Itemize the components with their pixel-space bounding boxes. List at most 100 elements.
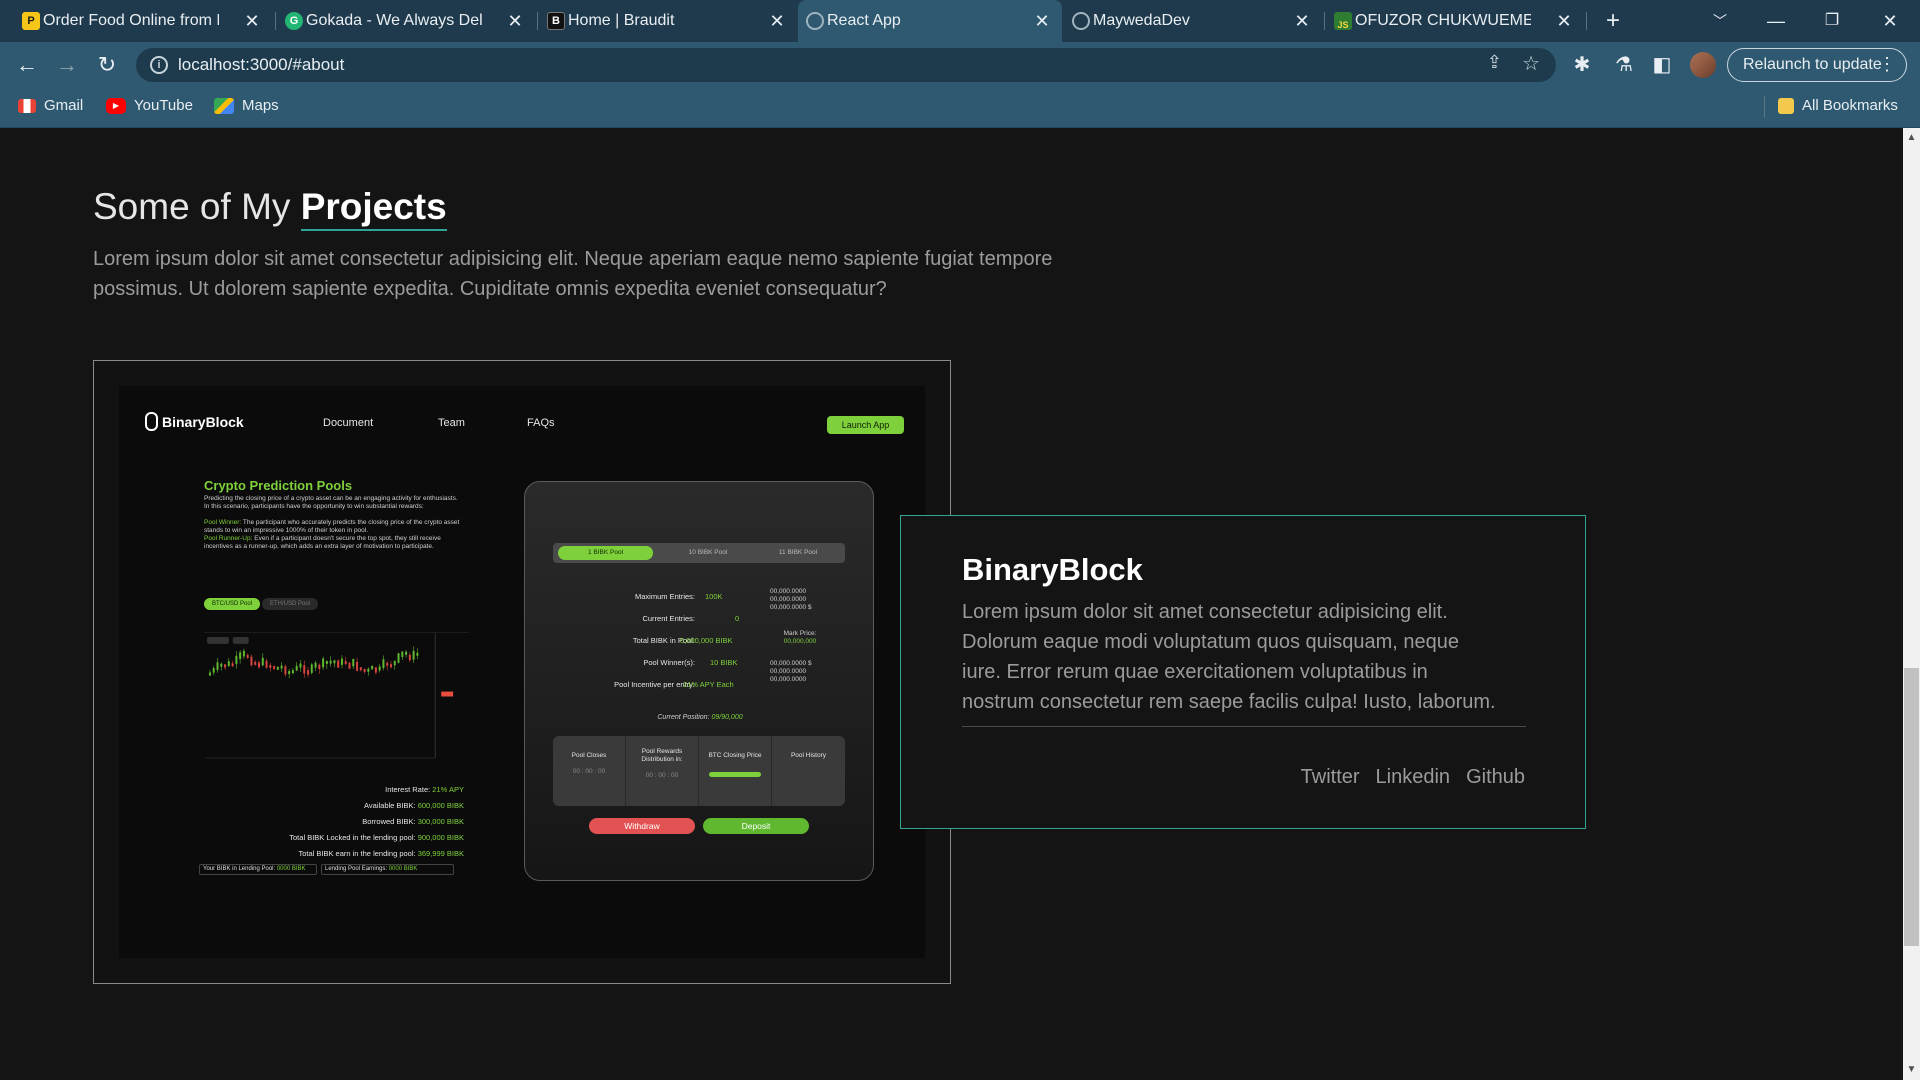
forward-icon[interactable]: → <box>52 50 82 80</box>
share-icon[interactable]: ⇪ <box>1487 52 1502 73</box>
project-screenshot: BinaryBlock Document Team FAQs Launch Ap… <box>119 386 925 958</box>
preview-runner-label: Pool Runner-Up: <box>204 535 253 542</box>
github-link[interactable]: Github <box>1466 766 1525 789</box>
stat-label: Borrowed BIBK: <box>362 817 416 826</box>
card-divider <box>962 726 1526 727</box>
tab-divider <box>1324 12 1325 30</box>
all-bookmarks[interactable]: All Bookmarks <box>1778 97 1898 114</box>
tab-gokada[interactable]: G Gokada - We Always Deliv ✕ <box>277 0 535 42</box>
bookmark-maps[interactable]: Maps <box>214 97 279 114</box>
candle <box>359 667 362 671</box>
candle <box>405 651 408 655</box>
pool-right-values-b: 00,000.0000 $ 00,000.0000 00,000.0000 <box>770 660 812 683</box>
preview-stat: Total BIBK earn in the lending pool: 369… <box>229 849 464 858</box>
preview-pool-tab: 1 BIBK Pool <box>558 546 653 560</box>
tab-strip: P Order Food Online from R ✕ G Gokada - … <box>0 0 1920 42</box>
candle <box>378 666 381 671</box>
mark-label: Mark Price: <box>783 630 817 637</box>
candle <box>276 666 279 670</box>
current-value: 09/90,000 <box>711 714 743 721</box>
close-icon[interactable]: ✕ <box>1556 11 1572 32</box>
candle <box>307 670 310 675</box>
foot-value: 0000 BIBK <box>388 866 418 872</box>
minimize-icon[interactable]: — <box>1756 6 1796 36</box>
preview-stat: Total BIBK Locked in the lending pool: 9… <box>229 833 464 842</box>
close-icon[interactable]: ✕ <box>1034 11 1050 32</box>
address-bar[interactable]: i localhost:3000/#about ⇪ ☆ <box>136 48 1556 82</box>
preview-nav-team: Team <box>438 417 465 429</box>
close-icon[interactable]: ✕ <box>1294 11 1310 32</box>
maps-icon <box>214 97 234 114</box>
scroll-down-icon[interactable]: ▼ <box>1905 1064 1918 1077</box>
pool-col-title: Pool Closes <box>571 752 607 759</box>
scrollbar-thumb[interactable] <box>1904 668 1919 946</box>
globe-icon <box>1072 12 1090 30</box>
labs-flask-icon[interactable]: ⚗ <box>1610 51 1638 79</box>
pool-row-value: 100K <box>705 592 723 601</box>
pool-join-button <box>709 772 761 777</box>
project-links: Twitter Linkedin Github <box>1301 766 1525 789</box>
preview-candlestick-chart <box>204 632 469 759</box>
relaunch-button[interactable]: Relaunch to update ⋮ <box>1727 48 1907 82</box>
restore-icon[interactable]: ❐ <box>1812 6 1852 36</box>
close-icon[interactable]: ✕ <box>769 11 785 32</box>
close-icon[interactable]: ✕ <box>244 11 260 32</box>
tab-ofuzor[interactable]: JS OFUZOR CHUKWUEMEKE ✕ <box>1326 0 1584 42</box>
twitter-link[interactable]: Twitter <box>1301 766 1360 789</box>
tab-braudit[interactable]: B Home | Braudit ✕ <box>539 0 797 42</box>
pool-row-label: Pool Incentive per entry: <box>614 680 695 689</box>
candle <box>329 660 332 664</box>
candle <box>250 656 253 666</box>
preview-lending-balance: Your BIBK in Lending Pool: 0000 BIBK <box>199 864 317 875</box>
candle <box>239 652 242 660</box>
candle <box>401 651 404 657</box>
preview-intro: Predicting the closing price of a crypto… <box>204 495 458 510</box>
pool-row-label: Total BIBK in Pool: <box>632 636 695 645</box>
section-intro: Lorem ipsum dolor sit amet consectetur a… <box>93 248 1053 300</box>
bookmark-youtube[interactable]: ▶ YouTube <box>106 97 193 114</box>
candle <box>269 664 272 668</box>
back-icon[interactable]: ← <box>12 50 42 80</box>
side-panel-icon[interactable]: ◧ <box>1648 51 1676 79</box>
scroll-up-icon[interactable]: ▲ <box>1905 132 1918 145</box>
pool-timer: 00 : 00 : 00 <box>572 768 606 775</box>
tab-react-app[interactable]: React App ✕ <box>798 0 1062 42</box>
preview-stat: Borrowed BIBK: 300,000 BIBK <box>229 817 464 826</box>
project-screenshot-frame: BinaryBlock Document Team FAQs Launch Ap… <box>93 360 951 984</box>
stat-label: Total BIBK earn in the lending pool: <box>298 849 416 858</box>
new-tab-button[interactable]: + <box>1598 6 1628 36</box>
candle <box>348 662 351 669</box>
reload-icon[interactable]: ↻ <box>92 50 122 80</box>
foot-value: 0000 BIBK <box>276 866 306 872</box>
candle <box>220 663 223 667</box>
tab-maywedadev[interactable]: MaywedaDev ✕ <box>1064 0 1322 42</box>
candle <box>295 665 298 671</box>
more-menu-icon[interactable]: ⋮ <box>1878 49 1896 80</box>
candle <box>288 670 291 674</box>
profile-avatar[interactable] <box>1690 52 1716 78</box>
candle <box>374 667 377 673</box>
candle <box>208 672 211 676</box>
pool-row-value: 10 BIBK <box>710 658 738 667</box>
window-close-icon[interactable]: ✕ <box>1870 6 1910 36</box>
bookmark-gmail[interactable]: Gmail <box>18 97 83 114</box>
preview-withdraw-button: Withdraw <box>589 818 695 834</box>
linkedin-link[interactable]: Linkedin <box>1376 766 1451 789</box>
project-title: BinaryBlock <box>962 552 1143 587</box>
candle <box>371 665 374 670</box>
extensions-icon[interactable]: ✱ <box>1568 51 1596 79</box>
close-icon[interactable]: ✕ <box>507 11 523 32</box>
preview-launch-button: Launch App <box>827 416 904 434</box>
pool-col: Pool Closes 00 : 00 : 00 <box>553 736 626 806</box>
bookmark-label: YouTube <box>134 97 193 114</box>
stat-label: Interest Rate: <box>385 785 431 794</box>
tab-order-food[interactable]: P Order Food Online from R ✕ <box>14 0 272 42</box>
site-info-icon[interactable]: i <box>150 56 168 74</box>
bookmark-star-icon[interactable]: ☆ <box>1522 51 1540 76</box>
bookmarks-bar: Gmail ▶ YouTube Maps All Bookmarks <box>0 88 1920 128</box>
candle <box>273 666 276 670</box>
url-text[interactable]: localhost:3000/#about <box>178 55 344 75</box>
foot-label: Lending Pool Earnings: <box>325 866 388 872</box>
preview-pool-tab: 10 BIBK Pool <box>688 549 728 556</box>
tab-search-icon[interactable]: ﹀ <box>1700 6 1740 36</box>
